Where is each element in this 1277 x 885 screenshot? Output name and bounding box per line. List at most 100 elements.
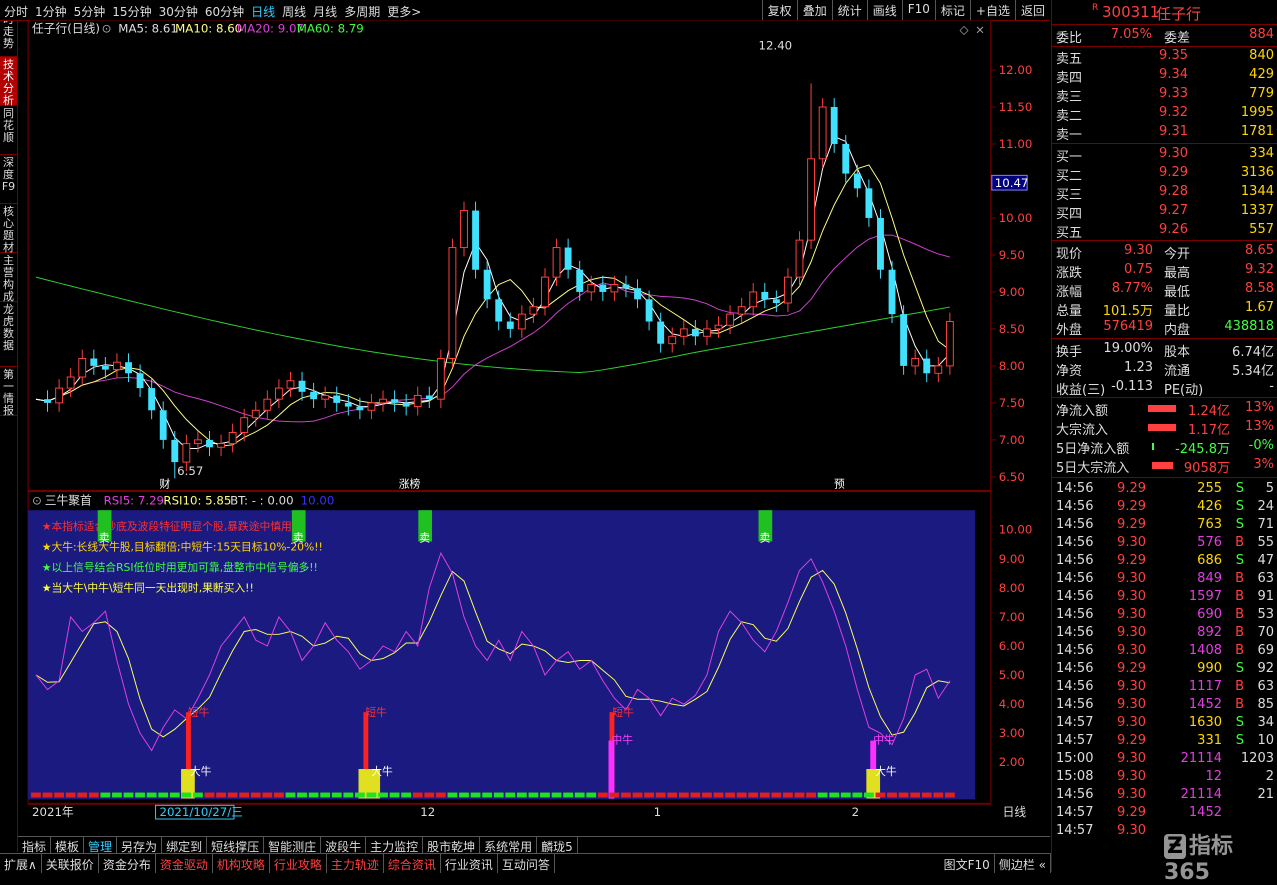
tick-count: 63 [1257,679,1274,694]
status-tab-1[interactable]: 关联报价 [42,854,99,873]
status-tab-3[interactable]: 资金驱动 [156,854,213,873]
status-tab-5[interactable]: 行业攻略 [270,854,327,873]
indicator-tab-4[interactable]: 绑定到 [162,837,208,854]
tool-button-2[interactable]: 统计 [831,0,867,20]
event-marker-0[interactable]: 财 [159,478,170,491]
base-strip-cell [401,792,412,798]
tool-button-0[interactable]: 复权 [761,0,797,20]
ma60-label: MA60: 8.79 [297,22,364,36]
tool-button-6[interactable]: +自选 [969,0,1015,20]
period-tab-8[interactable]: 月线 [313,3,337,20]
tick-side: S [1235,553,1244,568]
stat-value: 9.30 [1124,243,1153,258]
period-tab-3[interactable]: 15分钟 [112,3,151,20]
diamond-icon[interactable]: ◇ [959,23,968,37]
kline-chart[interactable]: 任子行(日线) ⊙ MA5: 8.61 MA10: 8.60 MA20: 9.0… [18,20,1050,820]
event-marker-1[interactable]: 涨榜 [399,478,421,491]
collapse-icon[interactable]: ⊙ [32,493,42,507]
indicator-tab-8[interactable]: 主力监控 [366,837,424,854]
status-right-1[interactable]: 侧边栏 « [995,854,1051,873]
base-strip-cell [216,792,226,798]
base-strip-cell [31,792,41,798]
rsi5-label: RSI5: 7.29 [104,493,164,507]
period-tab-1[interactable]: 1分钟 [35,3,67,20]
tick-volume: 576 [1197,535,1222,550]
period-tab-4[interactable]: 30分钟 [159,3,198,20]
ind-tick: 10.00 [999,523,1033,537]
date-m12: 12 [420,805,435,819]
tick-count: 47 [1257,553,1274,568]
indicator-tab-9[interactable]: 股市乾坤 [423,837,481,854]
indicator-tab-11[interactable]: 麟珑5 [537,837,578,854]
indicator-tab-5[interactable]: 短线撑压 [207,837,265,854]
ask-price: 9.34 [1159,67,1188,82]
bid-volume: 334 [1249,146,1274,161]
vtab-6[interactable]: 龙虎数据 [0,302,17,367]
base-strip-cell [412,792,423,798]
status-tab-6[interactable]: 主力轨迹 [327,854,384,873]
indicator-tab-2[interactable]: 管理 [84,837,118,854]
indicator-tab-1[interactable]: 模板 [51,837,85,854]
bid-label: 买三 [1056,188,1083,203]
period-tab-7[interactable]: 周线 [282,3,306,20]
stat-label: 股本 [1164,345,1191,360]
period-tabs: 分时 1分钟 5分钟 15分钟 30分钟 60分钟 日线 周线 月线 多周期 更多> [4,3,421,20]
period-tab-2[interactable]: 5分钟 [74,3,106,20]
ask-price: 9.35 [1159,48,1188,63]
tool-button-4[interactable]: F10 [901,0,935,20]
base-strip-cell [470,792,481,798]
vtab-1[interactable]: 技术分析 [0,57,17,107]
vtab-7[interactable]: 第一情报 [0,367,17,417]
indicator-tab-0[interactable]: 指标 [18,837,52,854]
indicator-tab-10[interactable]: 系统常用 [480,837,538,854]
period-tab-6[interactable]: 日线 [251,3,275,20]
vtab-3[interactable]: 深度F9 [0,155,17,204]
period-tab-0[interactable]: 分时 [4,3,28,20]
tool-button-5[interactable]: 标记 [934,0,970,20]
status-right-0[interactable]: 图文F10 [940,854,995,873]
period-tab-5[interactable]: 60分钟 [205,3,244,20]
status-tab-2[interactable]: 资金分布 [99,854,156,873]
tick-price: 9.30 [1117,787,1146,802]
stat-value: 6.74亿 [1232,345,1274,360]
candle-body [576,269,584,292]
period-tab-10[interactable]: 更多> [387,3,421,20]
tool-button-3[interactable]: 画线 [866,0,902,20]
tick-count: 21 [1257,787,1274,802]
vtab-2[interactable]: 同花顺 [0,106,17,155]
event-marker-2[interactable]: 预 [834,478,845,491]
status-tab-0[interactable]: 扩展∧ [0,854,42,873]
tick-price: 9.30 [1117,607,1146,622]
tick-volume: 1408 [1188,643,1222,658]
status-tab-8[interactable]: 行业资讯 [441,854,498,873]
base-strip-cell [158,792,169,798]
stat-label: 总量 [1056,304,1083,319]
status-tab-7[interactable]: 综合资讯 [384,854,441,873]
vtab-4[interactable]: 核心题材 [0,204,17,254]
candle-body [228,431,237,445]
status-tab-9[interactable]: 互动问答 [498,854,555,873]
indicator-tab-6[interactable]: 智能测庄 [264,837,322,854]
tool-button-7[interactable]: 返回 [1014,0,1050,20]
close-icon[interactable]: × [975,23,985,37]
stat-value: 1.23 [1124,360,1153,375]
tick-side: B [1235,643,1244,658]
ind-note-2: ★以上信号结合RSI低位时用更加可靠,盘整市中信号偏多!! [42,561,318,574]
vtab-5[interactable]: 主营构成 [0,253,17,303]
mid-bull-bar [608,740,615,799]
tick-count: 92 [1257,661,1274,676]
collapse-icon[interactable]: ⊙ [102,22,112,36]
base-strip-cell [597,792,608,798]
tick-side: S [1235,715,1244,730]
indicator-title: 三牛聚首 [45,493,92,507]
tool-button-1[interactable]: 叠加 [796,0,832,20]
base-strip-cell [644,792,654,798]
base-strip-cell [840,792,851,798]
date-year: 2021年 [32,805,74,819]
tick-count: 24 [1257,499,1274,514]
candle-body [367,402,376,411]
status-tab-4[interactable]: 机构攻略 [213,854,270,873]
period-tab-9[interactable]: 多周期 [344,3,380,20]
indicator-tab-7[interactable]: 波段牛 [321,837,367,854]
indicator-tab-3[interactable]: 另存为 [117,837,163,854]
